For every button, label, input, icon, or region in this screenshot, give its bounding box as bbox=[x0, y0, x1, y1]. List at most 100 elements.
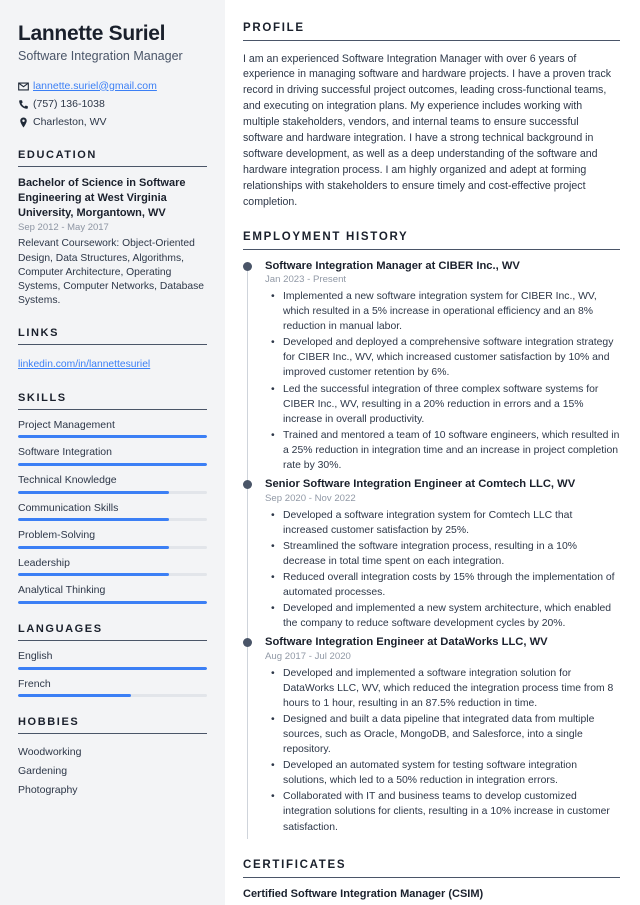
skill-row: Problem-Solving bbox=[18, 529, 207, 549]
hobbies-list: Woodworking Gardening Photography bbox=[18, 743, 207, 800]
languages-heading: LANGUAGES bbox=[18, 623, 207, 641]
education-heading: EDUCATION bbox=[18, 149, 207, 167]
employment-timeline: Software Integration Manager at CIBER In… bbox=[243, 259, 620, 840]
timeline-dot-icon bbox=[243, 261, 252, 271]
skill-track bbox=[18, 601, 207, 604]
candidate-job-title: Software Integration Manager bbox=[18, 48, 183, 63]
employment-date: Aug 2017 - Jul 2020 bbox=[265, 650, 351, 662]
skill-row: Analytical Thinking bbox=[18, 584, 207, 604]
skill-row: Technical Knowledge bbox=[18, 474, 207, 494]
language-fill bbox=[18, 694, 132, 698]
employment-date: Sep 2020 - Nov 2022 bbox=[265, 492, 356, 504]
employment-bullet: Led the successful integration of three … bbox=[271, 382, 620, 427]
skill-label: Project Management bbox=[18, 418, 115, 431]
hobby-item: Gardening bbox=[18, 765, 68, 778]
education-date: Sep 2012 - May 2017 bbox=[18, 222, 109, 234]
skill-row: Communication Skills bbox=[18, 502, 207, 522]
skill-fill bbox=[18, 490, 170, 494]
resume-page: Lannette Suriel Software Integration Man… bbox=[0, 0, 640, 905]
language-label: French bbox=[18, 677, 51, 690]
employment-title: Senior Software Integration Engineer at … bbox=[265, 478, 576, 490]
links-heading: LINKS bbox=[18, 327, 207, 346]
education-description: Relevant Coursework: Object-Oriented Des… bbox=[18, 238, 204, 307]
skill-fill bbox=[18, 435, 207, 439]
languages-list: English French bbox=[18, 650, 207, 698]
sidebar: Lannette Suriel Software Integration Man… bbox=[0, 0, 225, 905]
hobby-item: Photography bbox=[18, 784, 78, 797]
certificate-item: Certified Software Integration Manager (… bbox=[243, 887, 484, 900]
skill-track bbox=[18, 573, 207, 577]
education-section: EDUCATION Bachelor of Science in Softwar… bbox=[18, 149, 207, 309]
email-link[interactable]: lannette.suriel@gmail.com bbox=[33, 80, 157, 93]
envelope-icon bbox=[18, 81, 33, 92]
contact-phone: (757) 136-1038 bbox=[18, 98, 207, 111]
language-row: English bbox=[18, 650, 207, 670]
hobbies-heading: HOBBIES bbox=[18, 716, 207, 735]
employment-bullet: Designed and built a data pipeline that … bbox=[271, 712, 620, 757]
hobby-item: Woodworking bbox=[18, 746, 82, 759]
skill-fill bbox=[18, 545, 170, 549]
profile-text: I am an experienced Software Integration… bbox=[243, 52, 612, 208]
skill-track bbox=[18, 490, 207, 494]
skill-fill bbox=[18, 518, 170, 522]
skill-fill bbox=[18, 463, 207, 467]
certificates-section: CERTIFICATES Certified Software Integrat… bbox=[243, 859, 620, 901]
employment-entry: Software Integration Engineer at DataWor… bbox=[243, 635, 620, 840]
employment-bullet: Reduced overall integration costs by 15%… bbox=[271, 570, 620, 600]
employment-section: EMPLOYMENT HISTORY Software Integration … bbox=[243, 231, 620, 840]
phone-icon bbox=[18, 99, 33, 110]
employment-title: Software Integration Engineer at DataWor… bbox=[265, 636, 548, 649]
timeline-dot-icon bbox=[243, 480, 252, 489]
main-column: PROFILE I am an experienced Software Int… bbox=[225, 0, 640, 905]
profile-heading: PROFILE bbox=[243, 22, 620, 41]
employment-title: Software Integration Manager at CIBER In… bbox=[265, 259, 520, 272]
skill-label: Leadership bbox=[18, 556, 70, 569]
language-fill bbox=[18, 666, 207, 670]
employment-bullet: Developed and deployed a comprehensive s… bbox=[271, 335, 620, 380]
hobbies-section: HOBBIES Woodworking Gardening Photography bbox=[18, 716, 207, 800]
employment-bullet: Developed and implemented a software int… bbox=[271, 666, 620, 711]
employment-bullet-list: Developed a software integration system … bbox=[265, 508, 620, 632]
candidate-name: Lannette Suriel bbox=[18, 22, 166, 45]
certificates-heading: CERTIFICATES bbox=[243, 859, 620, 878]
employment-bullet: Developed an automated system for testin… bbox=[271, 758, 620, 788]
employment-bullet: Developed and implemented a new system a… bbox=[271, 601, 620, 631]
skill-row: Software Integration bbox=[18, 446, 207, 467]
contact-list: lannette.suriel@gmail.com (757) 136-1038… bbox=[18, 80, 207, 129]
employment-bullet-list: Implemented a new software integration s… bbox=[265, 289, 620, 473]
employment-date: Jan 2023 - Present bbox=[265, 274, 347, 286]
skills-list: Project Management Software Integration Te… bbox=[18, 419, 207, 604]
skill-track bbox=[18, 463, 207, 467]
languages-section: LANGUAGES English French bbox=[18, 623, 207, 698]
employment-entry: Senior Software Integration Engineer at … bbox=[243, 477, 620, 640]
skill-fill bbox=[18, 573, 170, 577]
employment-bullet: Collaborated with IT and business teams … bbox=[271, 789, 620, 834]
employment-entry: Software Integration Manager at CIBER In… bbox=[243, 259, 620, 481]
skill-label: Problem-Solving bbox=[18, 529, 96, 542]
profile-section: PROFILE I am an experienced Software Int… bbox=[243, 22, 620, 211]
language-row: French bbox=[18, 678, 207, 698]
skill-label: Technical Knowledge bbox=[18, 474, 117, 487]
employment-bullet: Streamlined the software integration pro… bbox=[271, 539, 620, 569]
employment-bullet-list: Developed and implemented a software int… bbox=[265, 666, 620, 835]
skill-track bbox=[18, 545, 207, 549]
skill-label: Communication Skills bbox=[18, 501, 119, 514]
education-degree: Bachelor of Science in Software Engineer… bbox=[18, 176, 186, 219]
employment-heading: EMPLOYMENT HISTORY bbox=[243, 231, 620, 250]
contact-location: Charleston, WV bbox=[18, 116, 207, 129]
employment-bullet: Developed a software integration system … bbox=[271, 508, 620, 538]
timeline-dot-icon bbox=[243, 638, 252, 648]
skills-section: SKILLS Project Management Software Integr… bbox=[18, 392, 207, 604]
links-section: LINKS linkedin.com/in/lannettesuriel bbox=[18, 327, 207, 372]
contact-email: lannette.suriel@gmail.com bbox=[18, 80, 207, 93]
language-track bbox=[18, 694, 207, 698]
skill-track bbox=[18, 435, 207, 439]
language-label: English bbox=[18, 650, 53, 662]
skill-row: Leadership bbox=[18, 557, 207, 577]
skill-row: Project Management bbox=[18, 419, 207, 439]
skill-track bbox=[18, 518, 207, 522]
phone-value: (757) 136-1038 bbox=[33, 97, 105, 110]
skill-label: Software Integration bbox=[18, 446, 112, 459]
link-item-linkedin[interactable]: linkedin.com/in/lannettesuriel bbox=[18, 359, 150, 370]
language-track bbox=[18, 666, 207, 670]
